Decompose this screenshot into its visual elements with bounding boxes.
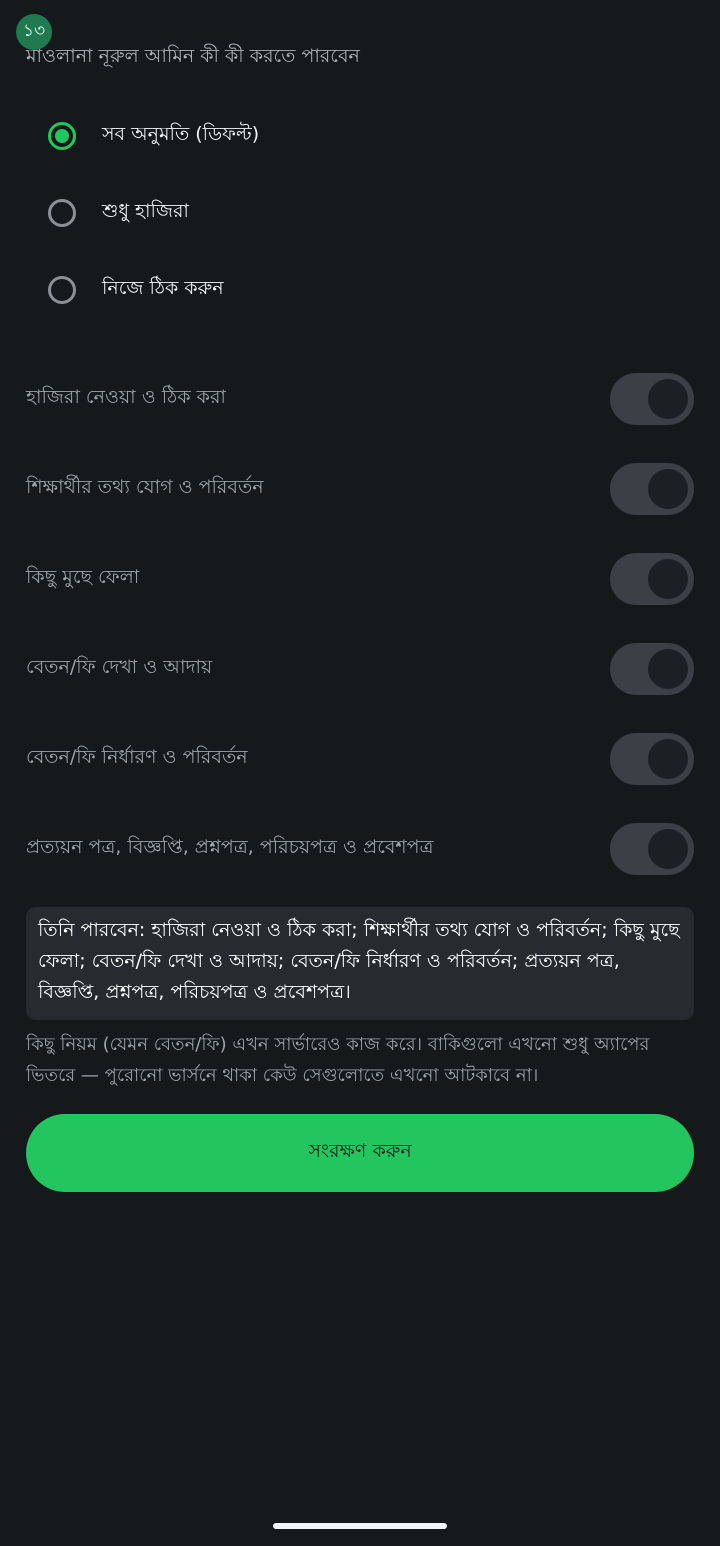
permission-toggle[interactable] xyxy=(610,733,694,785)
home-indicator[interactable] xyxy=(273,1523,447,1529)
permission-row-delete: কিছু মুছে ফেলা xyxy=(26,553,694,605)
step-badge: ১৩ xyxy=(16,14,52,50)
toggle-knob xyxy=(648,649,688,689)
permission-toggle[interactable] xyxy=(610,373,694,425)
preset-option-label: শুধু হাজিরা xyxy=(102,200,189,222)
toggle-knob xyxy=(648,739,688,779)
info-note: কিছু নিয়ম (যেমন বেতন/ফি) এখন সার্ভারেও … xyxy=(26,1034,650,1086)
toggle-knob xyxy=(648,469,688,509)
preset-option-attendance-only[interactable]: শুধু হাজিরা xyxy=(48,193,189,233)
permission-label: বেতন/ফি দেখা ও আদায় xyxy=(26,656,213,678)
preset-option-all[interactable]: সব অনুমতি (ডিফল্ট) xyxy=(48,116,259,156)
permission-row-student-info: শিক্ষার্থীর তথ্য যোগ ও পরিবর্তন xyxy=(26,463,694,515)
permission-label: বেতন/ফি নির্ধারণ ও পরিবর্তন xyxy=(26,746,248,768)
preset-option-label: নিজে ঠিক করুন xyxy=(102,277,224,299)
permission-toggle[interactable] xyxy=(610,463,694,515)
toggle-knob xyxy=(648,559,688,599)
radio-selected-dot-icon xyxy=(55,129,69,143)
permission-toggle[interactable] xyxy=(610,823,694,875)
radio-button-icon[interactable] xyxy=(48,122,76,150)
preset-option-label: সব অনুমতি (ডিফল্ট) xyxy=(102,123,260,145)
permission-toggle[interactable] xyxy=(610,643,694,695)
permission-row-documents: প্রত্যয়ন পত্র, বিজ্ঞপ্তি, প্রশ্নপত্র, প… xyxy=(26,823,694,875)
permission-label: কিছু মুছে ফেলা xyxy=(26,566,140,588)
preset-option-custom[interactable]: নিজে ঠিক করুন xyxy=(48,270,224,310)
permission-label: শিক্ষার্থীর তথ্য যোগ ও পরিবর্তন xyxy=(26,476,264,498)
permission-row-fee-set: বেতন/ফি নির্ধারণ ও পরিবর্তন xyxy=(26,733,694,785)
toggle-knob xyxy=(648,379,688,419)
permission-row-fee-collect: বেতন/ফি দেখা ও আদায় xyxy=(26,643,694,695)
radio-button-icon[interactable] xyxy=(48,199,76,227)
permission-toggle[interactable] xyxy=(610,553,694,605)
radio-button-icon[interactable] xyxy=(48,276,76,304)
toggle-knob xyxy=(648,829,688,869)
permission-label: প্রত্যয়ন পত্র, বিজ্ঞপ্তি, প্রশ্নপত্র, প… xyxy=(26,836,434,858)
permission-label: হাজিরা নেওয়া ও ঠিক করা xyxy=(26,386,226,408)
page-heading: মাওলানা নূরুল আমিন কী কী করতে পারবেন xyxy=(26,45,360,67)
save-button[interactable]: সংরক্ষণ করুন xyxy=(26,1114,694,1192)
permission-summary: তিনি পারবেন: হাজিরা নেওয়া ও ঠিক করা; শি… xyxy=(26,907,694,1020)
permission-row-attendance: হাজিরা নেওয়া ও ঠিক করা xyxy=(26,373,694,425)
